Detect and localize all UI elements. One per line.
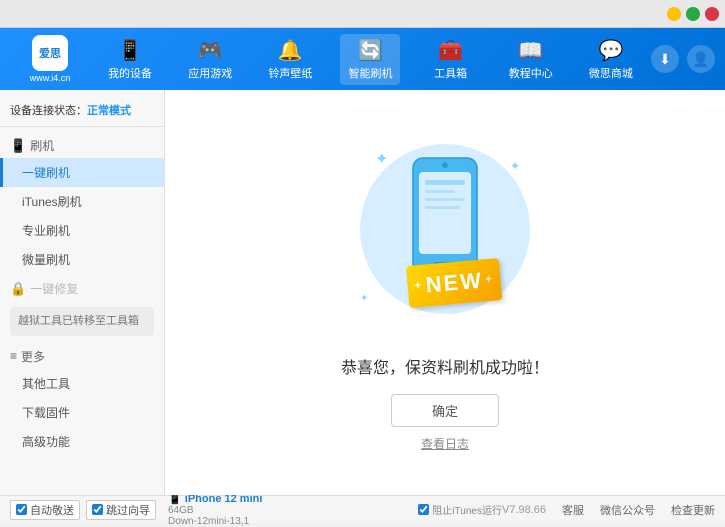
flash-section-icon: 📱 — [10, 138, 26, 154]
maximize-button[interactable] — [686, 7, 700, 21]
user-button[interactable]: 👤 — [687, 45, 715, 73]
auto-send-input[interactable] — [16, 504, 27, 515]
bottom-right: V7.98.66 客服 微信公众号 检查更新 — [502, 502, 715, 518]
one-key-flash-label: 一键刷机 — [22, 166, 70, 180]
smart-shop-icon: 🔄 — [358, 38, 383, 63]
main-nav: 📱 我的设备 🎮 应用游戏 🔔 铃声壁纸 🔄 智能刷机 🧰 工具箱 📖 教程中心… — [90, 34, 651, 85]
repair-note-text: 越狱工具已转移至工具箱 — [18, 315, 139, 327]
sidebar-item-other-tools[interactable]: 其他工具 — [0, 369, 164, 398]
bottom-left: 自动敬送 跳过向导 📱 iPhone 12 mini 64GB Down-12m… — [10, 492, 418, 527]
content-area: ✦ ✦ ✦ NEW — [165, 90, 725, 495]
update-link[interactable]: 检查更新 — [671, 502, 715, 518]
skip-wizard-label: 跳过向导 — [106, 502, 150, 518]
header-right: ⬇ 👤 — [651, 45, 715, 73]
apps-games-icon: 🎮 — [198, 38, 223, 63]
tutorial-icon: 📖 — [518, 38, 543, 63]
device-storage: 64GB — [168, 505, 262, 516]
itunes-note-label: 阻止iTunes运行 — [432, 502, 502, 517]
other-tools-label: 其他工具 — [22, 377, 70, 391]
wechat-store-icon: 💬 — [598, 38, 623, 63]
success-message: 恭喜您，保资料刷机成功啦！ — [341, 354, 549, 378]
sidebar-item-advanced[interactable]: 高级功能 — [0, 427, 164, 456]
toolbox-icon: 🧰 — [438, 38, 463, 63]
smart-shop-label: 智能刷机 — [348, 65, 392, 81]
more-section-icon: ≡ — [10, 349, 17, 363]
sidebar-item-one-key-flash[interactable]: 一键刷机 — [0, 158, 164, 187]
sidebar-item-pro-flash[interactable]: 专业刷机 — [0, 216, 164, 245]
apps-games-label: 应用游戏 — [188, 65, 232, 81]
nav-item-my-device[interactable]: 📱 我的设备 — [100, 34, 160, 85]
pro-flash-label: 专业刷机 — [22, 224, 70, 238]
itunes-note: 阻止iTunes运行 — [418, 502, 502, 517]
phone-illustration: ✦ ✦ ✦ NEW — [355, 134, 535, 334]
version-text: V7.98.66 — [502, 504, 546, 516]
advanced-label: 高级功能 — [22, 435, 70, 449]
logo-area[interactable]: 爱思 www.i4.cn — [10, 35, 90, 83]
my-device-label: 我的设备 — [108, 65, 152, 81]
sidebar-item-micro-flash[interactable]: 微量刷机 — [0, 245, 164, 274]
view-daily-link[interactable]: 查看日志 — [421, 435, 469, 452]
section-one-key-repair: 🔒 一键修复 — [0, 274, 164, 301]
nav-item-toolbox[interactable]: 🧰 工具箱 — [421, 34, 481, 85]
wechat-link[interactable]: 微信公众号 — [600, 502, 655, 518]
device-status: 设备连接状态：正常模式 — [0, 98, 164, 127]
itunes-checkbox[interactable] — [418, 504, 429, 515]
nav-item-ringtones[interactable]: 🔔 铃声壁纸 — [260, 34, 320, 85]
nav-item-smart-shop[interactable]: 🔄 智能刷机 — [340, 34, 400, 85]
tutorial-label: 教程中心 — [509, 65, 553, 81]
minimize-button[interactable] — [667, 7, 681, 21]
device-firmware: Down-12mini-13,1 — [168, 516, 262, 527]
sparkle-1-icon: ✦ — [375, 149, 388, 169]
repair-section-icon: 🔒 — [10, 281, 26, 297]
status-label: 设备连接状态： — [10, 105, 87, 117]
main-layout: 设备连接状态：正常模式 📱 刷机 一键刷机 iTunes刷机 专业刷机 微量刷机… — [0, 90, 725, 495]
close-button[interactable] — [705, 7, 719, 21]
header: 爱思 www.i4.cn 📱 我的设备 🎮 应用游戏 🔔 铃声壁纸 🔄 智能刷机… — [0, 28, 725, 90]
more-section-label: 更多 — [21, 348, 45, 365]
micro-flash-label: 微量刷机 — [22, 253, 70, 267]
status-value: 正常模式 — [87, 105, 131, 117]
device-info: 📱 iPhone 12 mini 64GB Down-12mini-13,1 — [168, 492, 262, 527]
titlebar — [0, 0, 725, 28]
ringtones-label: 铃声壁纸 — [268, 65, 312, 81]
confirm-button[interactable]: 确定 — [391, 394, 499, 427]
sidebar: 设备连接状态：正常模式 📱 刷机 一键刷机 iTunes刷机 专业刷机 微量刷机… — [0, 90, 165, 495]
sidebar-item-download-firmware[interactable]: 下载固件 — [0, 398, 164, 427]
my-device-icon: 📱 — [118, 38, 143, 63]
section-more: ≡ 更多 — [0, 342, 164, 369]
logo-icon: 爱思 — [32, 35, 68, 71]
nav-item-tutorial[interactable]: 📖 教程中心 — [501, 34, 561, 85]
nav-item-apps-games[interactable]: 🎮 应用游戏 — [180, 34, 240, 85]
new-badge: NEW — [406, 258, 503, 308]
sidebar-item-itunes-flash[interactable]: iTunes刷机 — [0, 187, 164, 216]
section-flash: 📱 刷机 — [0, 131, 164, 158]
sparkle-3-icon: ✦ — [360, 293, 368, 304]
logo-icon-text: 爱思 — [39, 45, 61, 61]
logo-url: www.i4.cn — [30, 73, 71, 83]
auto-send-label: 自动敬送 — [30, 502, 74, 518]
sparkle-2-icon: ✦ — [510, 159, 520, 173]
nav-item-wechat-store[interactable]: 💬 微思商城 — [581, 34, 641, 85]
auto-send-checkbox[interactable]: 自动敬送 — [10, 500, 80, 520]
itunes-flash-label: iTunes刷机 — [22, 195, 82, 209]
flash-section-label: 刷机 — [30, 137, 54, 154]
download-firmware-label: 下载固件 — [22, 406, 70, 420]
bottombar: 自动敬送 跳过向导 📱 iPhone 12 mini 64GB Down-12m… — [0, 495, 725, 523]
repair-section-label: 一键修复 — [30, 280, 78, 297]
wechat-store-label: 微思商城 — [589, 65, 633, 81]
new-badge-text: NEW — [425, 267, 484, 297]
download-button[interactable]: ⬇ — [651, 45, 679, 73]
skip-wizard-input[interactable] — [92, 504, 103, 515]
repair-note-box: 越狱工具已转移至工具箱 — [10, 307, 154, 336]
skip-wizard-checkbox[interactable]: 跳过向导 — [86, 500, 156, 520]
toolbox-label: 工具箱 — [434, 65, 467, 81]
ringtones-icon: 🔔 — [278, 38, 303, 63]
service-link[interactable]: 客服 — [562, 502, 584, 518]
